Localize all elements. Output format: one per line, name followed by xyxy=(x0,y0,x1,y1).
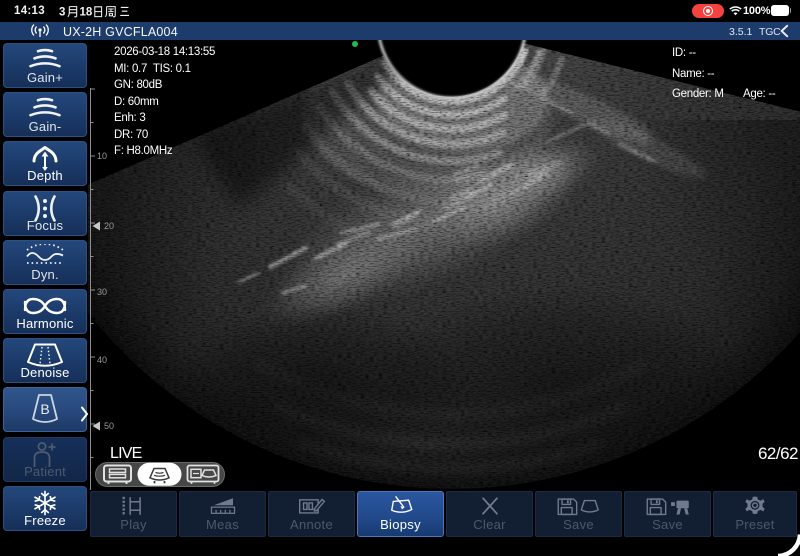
svg-text:40: 40 xyxy=(97,355,107,365)
svg-text:50: 50 xyxy=(104,421,114,431)
svg-text:20: 20 xyxy=(104,221,114,231)
svg-text:3: 3 xyxy=(59,7,65,19)
svg-text:30: 30 xyxy=(97,287,107,297)
svg-text:10: 10 xyxy=(97,151,107,161)
svg-text:18: 18 xyxy=(80,7,93,19)
svg-text:B: B xyxy=(40,401,49,417)
